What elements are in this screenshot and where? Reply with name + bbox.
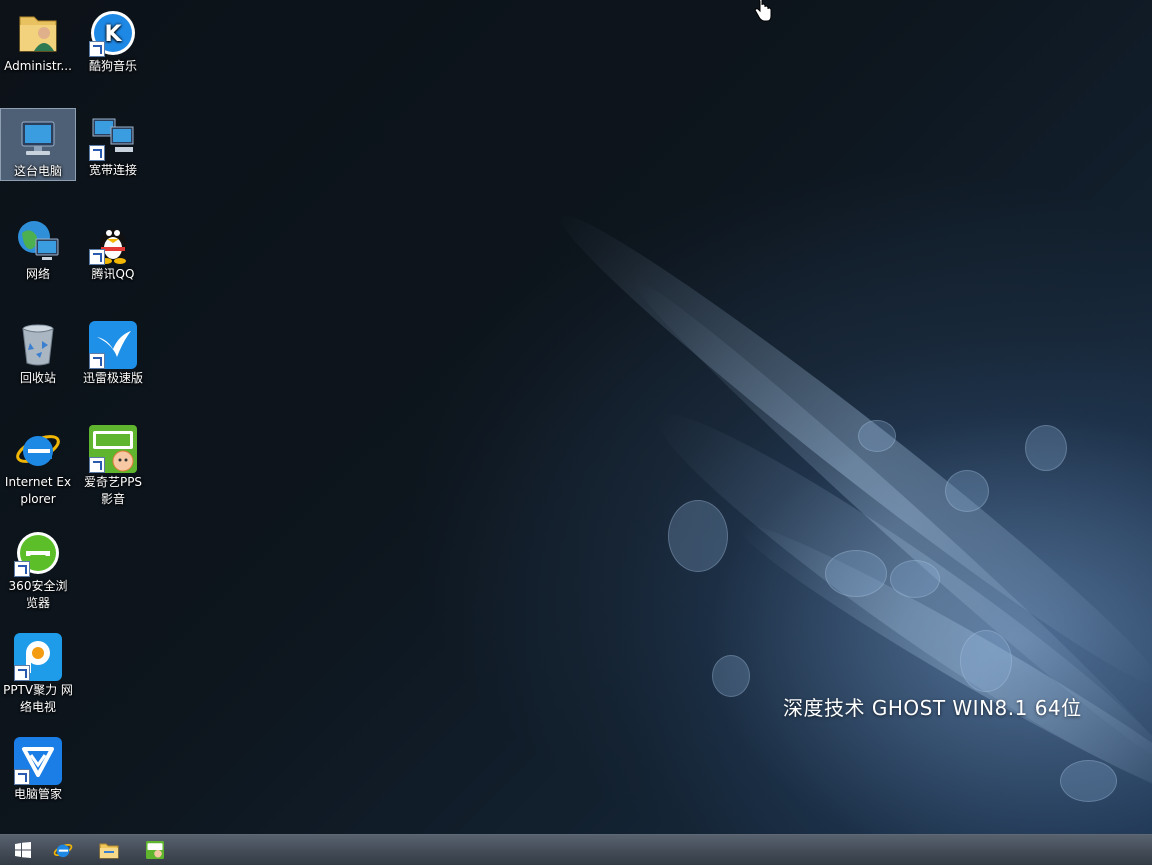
taskbar <box>0 834 1152 865</box>
wallpaper-watermark: 深度技术 GHOST WIN8.1 64位 <box>783 696 1082 720</box>
user-folder-icon <box>14 9 62 57</box>
wallpaper-bokeh <box>960 630 1012 692</box>
360-browser-icon <box>14 529 62 577</box>
wallpaper-bokeh <box>890 560 940 598</box>
iqiyi-pps-icon <box>146 841 164 859</box>
pptv-icon <box>14 633 62 681</box>
desktop-icon-label: 这台电脑 <box>13 164 62 178</box>
desktop-icon-label: 网络 <box>25 267 50 281</box>
desktop-icon-iqiyi-pps[interactable]: 爱奇艺PPS 影音 <box>76 420 150 508</box>
kugou-music-icon: K <box>89 9 137 57</box>
iqiyi-pps-icon <box>89 425 137 473</box>
desktop[interactable]: Administr... 这台电脑 网络 回收站 Internet Explor… <box>0 0 1152 834</box>
qq-icon <box>89 217 137 265</box>
desktop-icon-label: 迅雷极速版 <box>82 371 143 385</box>
desktop-icon-xunlei[interactable]: 迅雷极速版 <box>76 316 150 387</box>
shortcut-arrow-icon <box>14 769 30 785</box>
desktop-icon-internet-explorer[interactable]: Internet Explorer <box>1 420 75 508</box>
computer-icon <box>14 114 62 162</box>
desktop-icon-360-browser[interactable]: 360安全浏览器 <box>1 524 75 612</box>
desktop-icon-qq[interactable]: 腾讯QQ <box>76 212 150 283</box>
wallpaper-bokeh <box>1025 425 1067 471</box>
taskbar-iqiyi-pps[interactable] <box>132 835 178 865</box>
desktop-icon-label: 爱奇艺PPS 影音 <box>83 475 143 506</box>
xunlei-icon <box>89 321 137 369</box>
recycle-bin-icon <box>14 321 62 369</box>
shortcut-arrow-icon <box>89 353 105 369</box>
wallpaper-bokeh <box>945 470 989 512</box>
desktop-icon-kugou[interactable]: K 酷狗音乐 <box>76 4 150 75</box>
internet-explorer-icon <box>53 844 73 858</box>
desktop-icon-label: 电脑管家 <box>13 787 62 801</box>
desktop-icon-label: 宽带连接 <box>88 163 137 177</box>
svg-text:K: K <box>104 22 122 47</box>
shortcut-arrow-icon <box>89 41 105 57</box>
desktop-icon-label: 腾讯QQ <box>91 267 135 281</box>
desktop-icon-broadband[interactable]: 宽带连接 <box>76 108 150 179</box>
desktop-icon-network[interactable]: 网络 <box>1 212 75 283</box>
desktop-icon-label: 360安全浏览器 <box>8 579 68 610</box>
desktop-icon-label: Internet Explorer <box>4 475 72 506</box>
shortcut-arrow-icon <box>14 665 30 681</box>
wallpaper-bokeh <box>668 500 728 572</box>
wallpaper-bokeh <box>825 550 887 597</box>
desktop-icon-label: 回收站 <box>19 371 56 385</box>
desktop-icon-this-pc[interactable]: 这台电脑 <box>0 108 76 181</box>
shortcut-arrow-icon <box>89 457 105 473</box>
internet-explorer-icon <box>14 425 62 473</box>
desktop-icon-label: Administr... <box>4 59 72 73</box>
desktop-icon-label: 酷狗音乐 <box>88 59 137 73</box>
file-explorer-icon <box>99 843 119 859</box>
desktop-icon-administrator[interactable]: Administr... <box>1 4 75 75</box>
desktop-icon-label: PPTV聚力 网络电视 <box>3 683 73 714</box>
network-icon <box>14 217 62 265</box>
shortcut-arrow-icon <box>14 561 30 577</box>
shortcut-arrow-icon <box>89 145 105 161</box>
shortcut-arrow-icon <box>89 249 105 265</box>
windows-start-icon <box>15 842 31 858</box>
desktop-icon-pptv[interactable]: PPTV聚力 网络电视 <box>1 628 75 716</box>
broadband-connection-icon <box>89 113 137 161</box>
taskbar-file-explorer[interactable] <box>86 835 132 865</box>
wallpaper-bokeh <box>858 420 896 452</box>
desktop-icon-recycle-bin[interactable]: 回收站 <box>1 316 75 387</box>
taskbar-internet-explorer[interactable] <box>40 835 86 865</box>
hand-cursor-icon <box>754 0 772 22</box>
wallpaper-bokeh <box>1060 760 1117 802</box>
tencent-pc-manager-icon <box>14 737 62 785</box>
desktop-icon-pc-manager[interactable]: 电脑管家 <box>1 732 75 803</box>
wallpaper-bokeh <box>712 655 750 697</box>
